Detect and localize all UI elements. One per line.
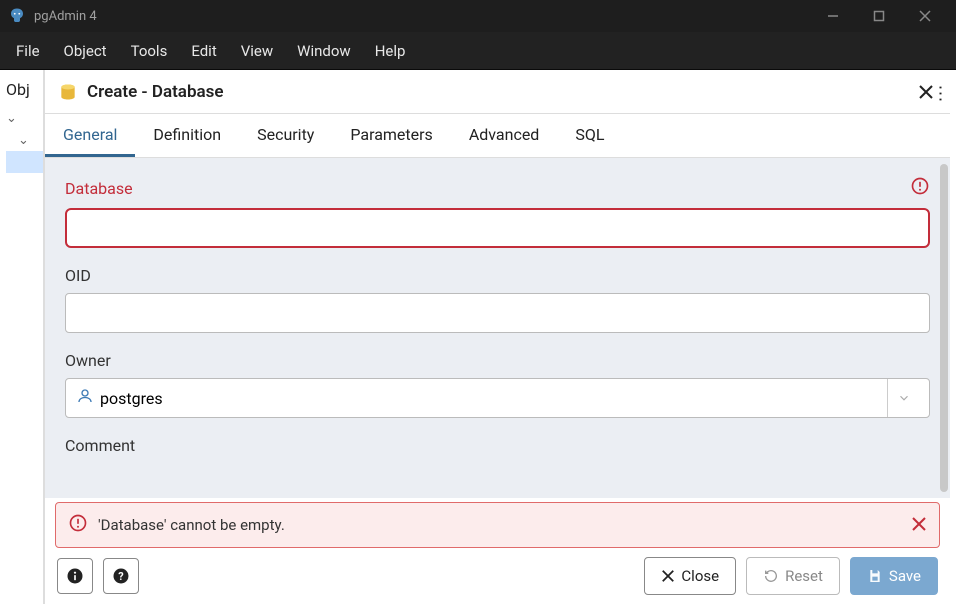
reset-icon xyxy=(763,568,779,584)
close-button[interactable]: Close xyxy=(644,557,736,595)
kebab-menu[interactable]: ⋯ xyxy=(928,78,952,106)
owner-label: Owner xyxy=(65,351,930,370)
user-icon xyxy=(76,387,94,409)
oid-label: OID xyxy=(65,266,930,285)
menubar: File Object Tools Edit View Window Help xyxy=(0,32,956,70)
tab-sql[interactable]: SQL xyxy=(557,114,622,157)
menu-tools[interactable]: Tools xyxy=(119,34,180,68)
close-icon xyxy=(661,569,675,583)
oid-input[interactable] xyxy=(65,293,930,333)
object-explorer: Obj ⌄ ⌄ xyxy=(0,70,44,604)
window-controls xyxy=(810,0,948,32)
svg-text:?: ? xyxy=(118,570,123,583)
menu-object[interactable]: Object xyxy=(52,34,119,68)
dialog-title: Create - Database xyxy=(87,82,914,102)
error-icon xyxy=(910,176,930,200)
error-banner: 'Database' cannot be empty. xyxy=(55,502,940,548)
database-label: Database xyxy=(65,179,910,198)
tab-security[interactable]: Security xyxy=(239,114,332,157)
close-window-button[interactable] xyxy=(902,0,948,32)
tab-general[interactable]: General xyxy=(45,114,135,157)
field-comment: Comment xyxy=(65,436,930,455)
reset-label: Reset xyxy=(785,567,823,585)
comment-label: Comment xyxy=(65,436,930,455)
menu-help[interactable]: Help xyxy=(363,34,418,68)
reset-button[interactable]: Reset xyxy=(746,557,840,595)
dialog-tabs: General Definition Security Parameters A… xyxy=(45,114,950,158)
info-button[interactable] xyxy=(57,558,93,594)
save-icon xyxy=(867,568,883,584)
close-label: Close xyxy=(681,567,719,585)
menu-edit[interactable]: Edit xyxy=(179,34,228,68)
menu-window[interactable]: Window xyxy=(285,34,363,68)
field-owner: Owner postgres xyxy=(65,351,930,418)
tree-item-selected[interactable] xyxy=(6,151,43,173)
owner-value: postgres xyxy=(100,389,163,408)
chevron-down-icon[interactable]: ⌄ xyxy=(6,111,18,126)
window-title: pgAdmin 4 xyxy=(34,9,810,24)
object-explorer-title: Obj xyxy=(0,76,43,103)
error-close-button[interactable] xyxy=(911,513,927,537)
database-input[interactable] xyxy=(65,208,930,248)
error-icon xyxy=(68,513,88,537)
tab-advanced[interactable]: Advanced xyxy=(451,114,558,157)
tree[interactable]: ⌄ ⌄ xyxy=(0,103,43,173)
titlebar: pgAdmin 4 xyxy=(0,0,956,32)
save-label: Save xyxy=(889,567,921,585)
minimize-button[interactable] xyxy=(810,0,856,32)
app-icon xyxy=(8,7,26,25)
menu-file[interactable]: File xyxy=(4,34,52,68)
database-icon xyxy=(57,81,79,103)
menu-view[interactable]: View xyxy=(229,34,285,68)
form-body: Database OID Owner xyxy=(45,158,950,498)
chevron-down-icon[interactable]: ⌄ xyxy=(18,133,30,148)
maximize-button[interactable] xyxy=(856,0,902,32)
create-database-dialog: Create - Database ⋯ General Definition S… xyxy=(44,70,950,604)
save-button[interactable]: Save xyxy=(850,557,938,595)
tab-definition[interactable]: Definition xyxy=(135,114,239,157)
tab-parameters[interactable]: Parameters xyxy=(332,114,450,157)
dialog-footer: ? Close Reset Save xyxy=(45,548,950,604)
help-button[interactable]: ? xyxy=(103,558,139,594)
error-text: 'Database' cannot be empty. xyxy=(98,516,901,534)
owner-select[interactable]: postgres xyxy=(65,378,930,418)
dialog-header: Create - Database xyxy=(45,70,950,114)
field-oid: OID xyxy=(65,266,930,333)
chevron-down-icon xyxy=(887,379,919,417)
scrollbar[interactable] xyxy=(940,164,948,492)
field-database: Database xyxy=(65,176,930,248)
